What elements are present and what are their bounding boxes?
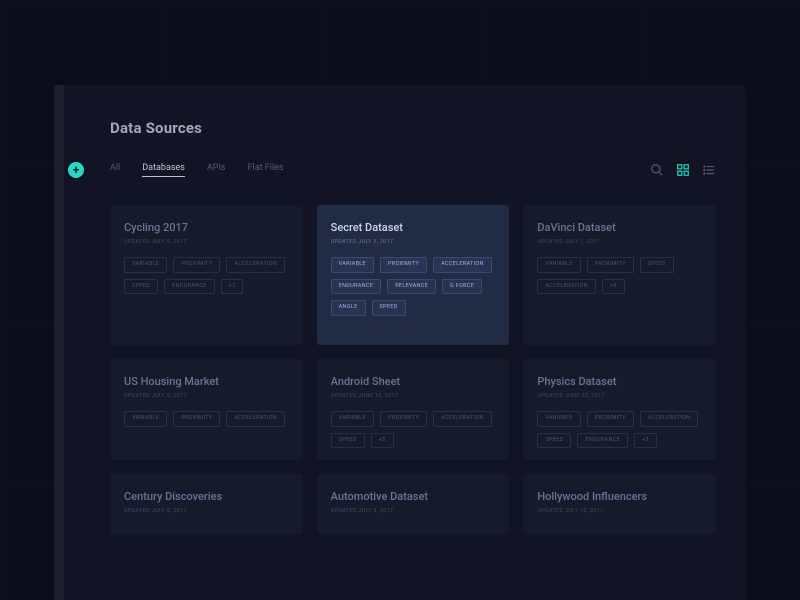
tabs: All Databases APIs Flat Files xyxy=(110,163,284,177)
card-title: US Housing Market xyxy=(124,375,289,388)
card-updated-date: Updated July 1, 2017 xyxy=(537,239,702,245)
tag[interactable]: Acceleration xyxy=(433,411,492,427)
card-updated-date: Updated June 30, 2017 xyxy=(537,393,702,399)
card-title: Automotive Dataset xyxy=(331,490,496,503)
card-title: Hollywood Influencers xyxy=(537,490,702,503)
card-title: Century Discoveries xyxy=(124,490,289,503)
card-title: Android Sheet xyxy=(331,375,496,388)
grid-view-icon[interactable] xyxy=(676,163,690,177)
tab-all[interactable]: All xyxy=(110,163,120,177)
tag[interactable]: Proximity xyxy=(380,257,427,273)
card-title: Secret Dataset xyxy=(331,221,496,234)
tag[interactable]: Proximity xyxy=(173,411,220,427)
tag[interactable]: +5 xyxy=(371,433,394,449)
page-title: Data Sources xyxy=(110,119,716,137)
tag[interactable]: Speed xyxy=(331,433,365,449)
tag[interactable]: G Force xyxy=(442,279,482,295)
card-title: Cycling 2017 xyxy=(124,221,289,234)
card-updated-date: Updated July 8, 2017 xyxy=(124,508,289,514)
tag[interactable]: Variable xyxy=(537,257,580,273)
tag[interactable]: Variable xyxy=(124,411,167,427)
tag[interactable]: Proximity xyxy=(380,411,427,427)
add-button[interactable]: + xyxy=(68,162,84,178)
tab-apis[interactable]: APIs xyxy=(207,163,226,177)
tag[interactable]: Acceleration xyxy=(226,257,285,273)
tag[interactable]: Speed xyxy=(124,279,158,295)
tag[interactable]: Speed xyxy=(372,300,406,316)
dataset-card[interactable]: Secret Dataset Updated July 3, 2017 Variab… xyxy=(317,205,510,345)
cards-grid: Cycling 2017 Updated July 8, 2017 Variable… xyxy=(110,205,716,534)
card-tags: Variable Proximity Acceleration Speed Endura… xyxy=(537,411,702,448)
tag[interactable]: Angle xyxy=(331,300,366,316)
tag[interactable]: Acceleration xyxy=(433,257,492,273)
card-updated-date: Updated July 3, 2017 xyxy=(331,239,496,245)
tag[interactable]: Endurance xyxy=(331,279,382,295)
search-icon[interactable] xyxy=(650,163,664,177)
tag[interactable]: Variable xyxy=(331,411,374,427)
card-updated-date: Updated July 8, 2017 xyxy=(124,239,289,245)
main-panel: Data Sources + All Databases APIs Flat File… xyxy=(54,85,746,600)
tag[interactable]: Variable xyxy=(124,257,167,273)
toolbar-right xyxy=(650,163,716,177)
tag[interactable]: Speed xyxy=(640,257,674,273)
card-updated-date: Updated July 5, 2017 xyxy=(124,393,289,399)
card-updated-date: Updated July 8, 2017 xyxy=(331,508,496,514)
dataset-card[interactable]: Century Discoveries Updated July 8, 2017 xyxy=(110,474,303,534)
card-tags: Variable Proximity Acceleration Endurance Re… xyxy=(331,257,496,316)
tag[interactable]: Proximity xyxy=(587,257,634,273)
toolbar: + All Databases APIs Flat Files xyxy=(68,157,716,183)
dataset-card[interactable]: Physics Dataset Updated June 30, 2017 Vari… xyxy=(523,359,716,460)
card-tags: Variable Proximity Acceleration Speed Endura… xyxy=(124,257,289,294)
tag[interactable]: Variable xyxy=(537,411,580,427)
tag[interactable]: Variable xyxy=(331,257,374,273)
tag[interactable]: Acceleration xyxy=(226,411,285,427)
sidebar-strip xyxy=(54,85,64,600)
card-tags: Variable Proximity Acceleration Speed +5 xyxy=(331,411,496,448)
tag[interactable]: +3 xyxy=(634,433,657,449)
dataset-card[interactable]: Android Sheet Updated June 18, 2017 Variab… xyxy=(317,359,510,460)
tag[interactable]: +8 xyxy=(602,279,625,295)
tag[interactable]: Speed xyxy=(537,433,571,449)
dataset-card[interactable]: Hollywood Influencers Updated July 10, 20… xyxy=(523,474,716,534)
tag[interactable]: Relevance xyxy=(387,279,436,295)
card-updated-date: Updated June 18, 2017 xyxy=(331,393,496,399)
tab-flat-files[interactable]: Flat Files xyxy=(248,163,284,177)
content: Data Sources + AllDatabasesAPIsFlat File… xyxy=(110,85,716,534)
card-title: DaVinci Dataset xyxy=(537,221,702,234)
card-title: Physics Dataset xyxy=(537,375,702,388)
card-tags: Variable Proximity Speed Acceleration +8 xyxy=(537,257,702,294)
tag[interactable]: Proximity xyxy=(587,411,634,427)
dataset-card[interactable]: Cycling 2017 Updated July 8, 2017 Variable… xyxy=(110,205,303,345)
tag[interactable]: +3 xyxy=(221,279,244,295)
dataset-card[interactable]: Automotive Dataset Updated July 8, 2017 xyxy=(317,474,510,534)
card-tags: Variable Proximity Acceleration xyxy=(124,411,289,427)
tag[interactable]: Endurance xyxy=(577,433,628,449)
dataset-card[interactable]: DaVinci Dataset Updated July 1, 2017 Varia… xyxy=(523,205,716,345)
tag[interactable]: Endurance xyxy=(164,279,215,295)
tag[interactable]: Acceleration xyxy=(537,279,596,295)
tag[interactable]: Acceleration xyxy=(640,411,699,427)
tab-databases[interactable]: Databases xyxy=(142,163,185,177)
tag[interactable]: Proximity xyxy=(173,257,220,273)
dataset-card[interactable]: US Housing Market Updated July 5, 2017 Var… xyxy=(110,359,303,460)
list-view-icon[interactable] xyxy=(702,163,716,177)
card-updated-date: Updated July 10, 2017 xyxy=(537,508,702,514)
